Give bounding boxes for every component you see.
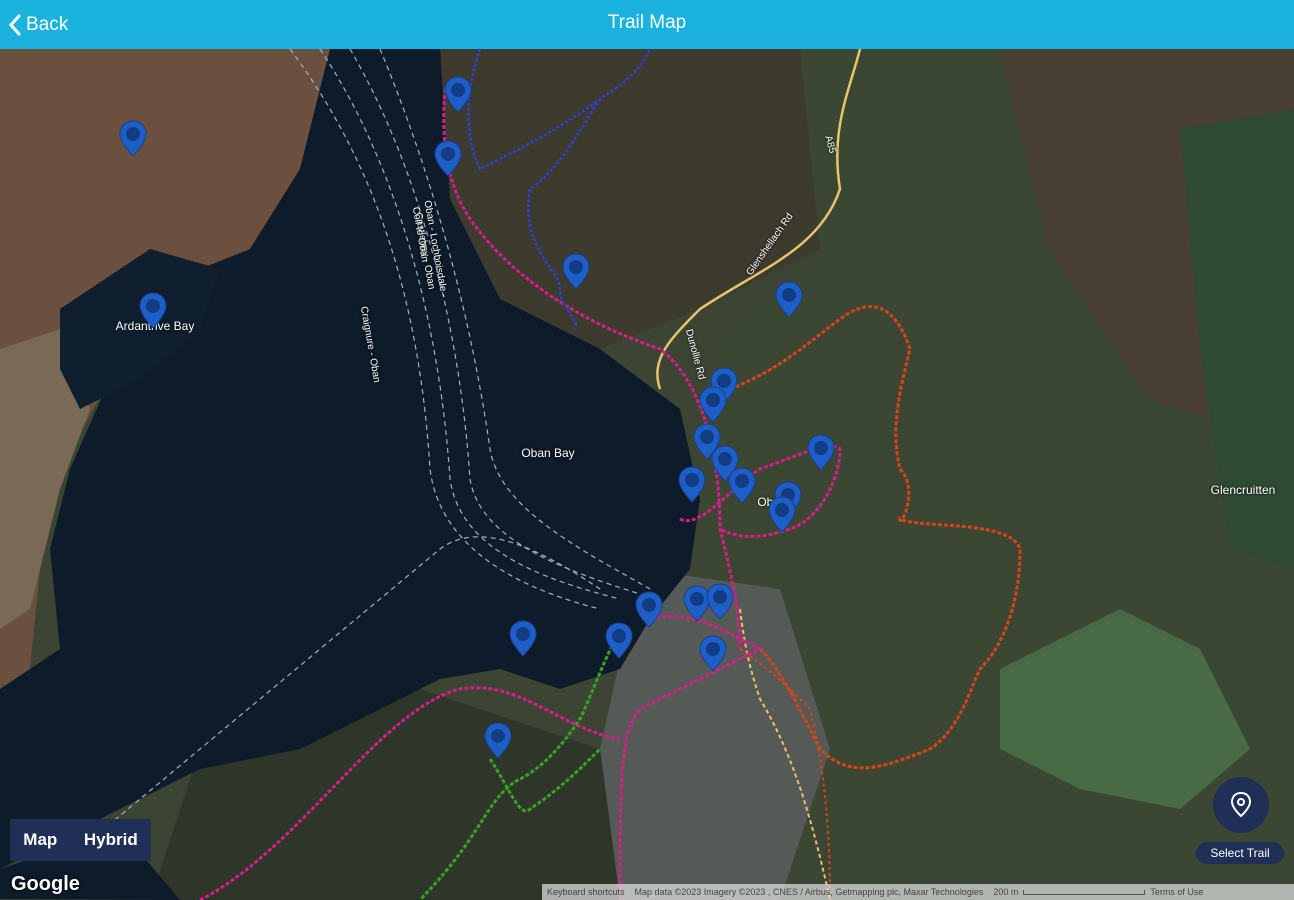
trail-marker-pin-icon[interactable] — [443, 75, 473, 115]
map-attribution: Keyboard shortcuts Map data ©2023 Imager… — [542, 884, 1294, 900]
trail-marker-pin-icon[interactable] — [677, 465, 707, 505]
map-view[interactable]: Ardantrive Bay Oban Bay Glencruitten Oba… — [0, 49, 1294, 900]
trail-marker-pin-icon[interactable] — [483, 721, 513, 761]
keyboard-shortcuts-link[interactable]: Keyboard shortcuts — [542, 887, 630, 897]
trail-marker-pin-icon[interactable] — [727, 466, 757, 506]
trail-marker-pin-icon[interactable] — [705, 582, 735, 622]
satellite-imagery — [0, 49, 1294, 900]
trail-marker-pin-icon[interactable] — [634, 590, 664, 630]
label-oban-bay: Oban Bay — [521, 446, 575, 460]
trail-marker-pin-icon[interactable] — [118, 119, 148, 159]
select-trail-button[interactable] — [1213, 777, 1269, 833]
trail-marker-pin-icon[interactable] — [767, 495, 797, 535]
trail-marker-pin-icon[interactable] — [604, 621, 634, 661]
map-type-toggle: Map Hybrid — [10, 819, 151, 861]
trail-marker-pin-icon[interactable] — [806, 433, 836, 473]
trail-marker-pin-icon[interactable] — [433, 139, 463, 179]
trail-marker-pin-icon[interactable] — [561, 252, 591, 292]
top-bar: Back Trail Map — [0, 0, 1294, 49]
label-glencruitten: Glencruitten — [1210, 483, 1276, 497]
map-type-hybrid-button[interactable]: Hybrid — [84, 830, 138, 850]
trail-marker-pin-icon[interactable] — [508, 619, 538, 659]
terms-link[interactable]: Terms of Use — [1145, 887, 1208, 897]
page-title: Trail Map — [607, 12, 687, 33]
map-data-text: Map data ©2023 Imagery ©2023 , CNES / Ai… — [634, 887, 984, 897]
trail-marker-pin-icon[interactable] — [698, 385, 728, 425]
google-logo: Google — [11, 873, 80, 895]
trail-marker-pin-icon[interactable] — [138, 291, 168, 331]
select-trail-label[interactable]: Select Trail — [1196, 842, 1284, 864]
trail-marker-pin-icon[interactable] — [698, 634, 728, 674]
map-type-map-button[interactable]: Map — [23, 830, 57, 850]
scale-bar — [1023, 889, 1146, 895]
scale-text: 200 m — [993, 887, 1019, 897]
location-pin-icon — [1230, 792, 1252, 818]
trail-marker-pin-icon[interactable] — [774, 280, 804, 320]
